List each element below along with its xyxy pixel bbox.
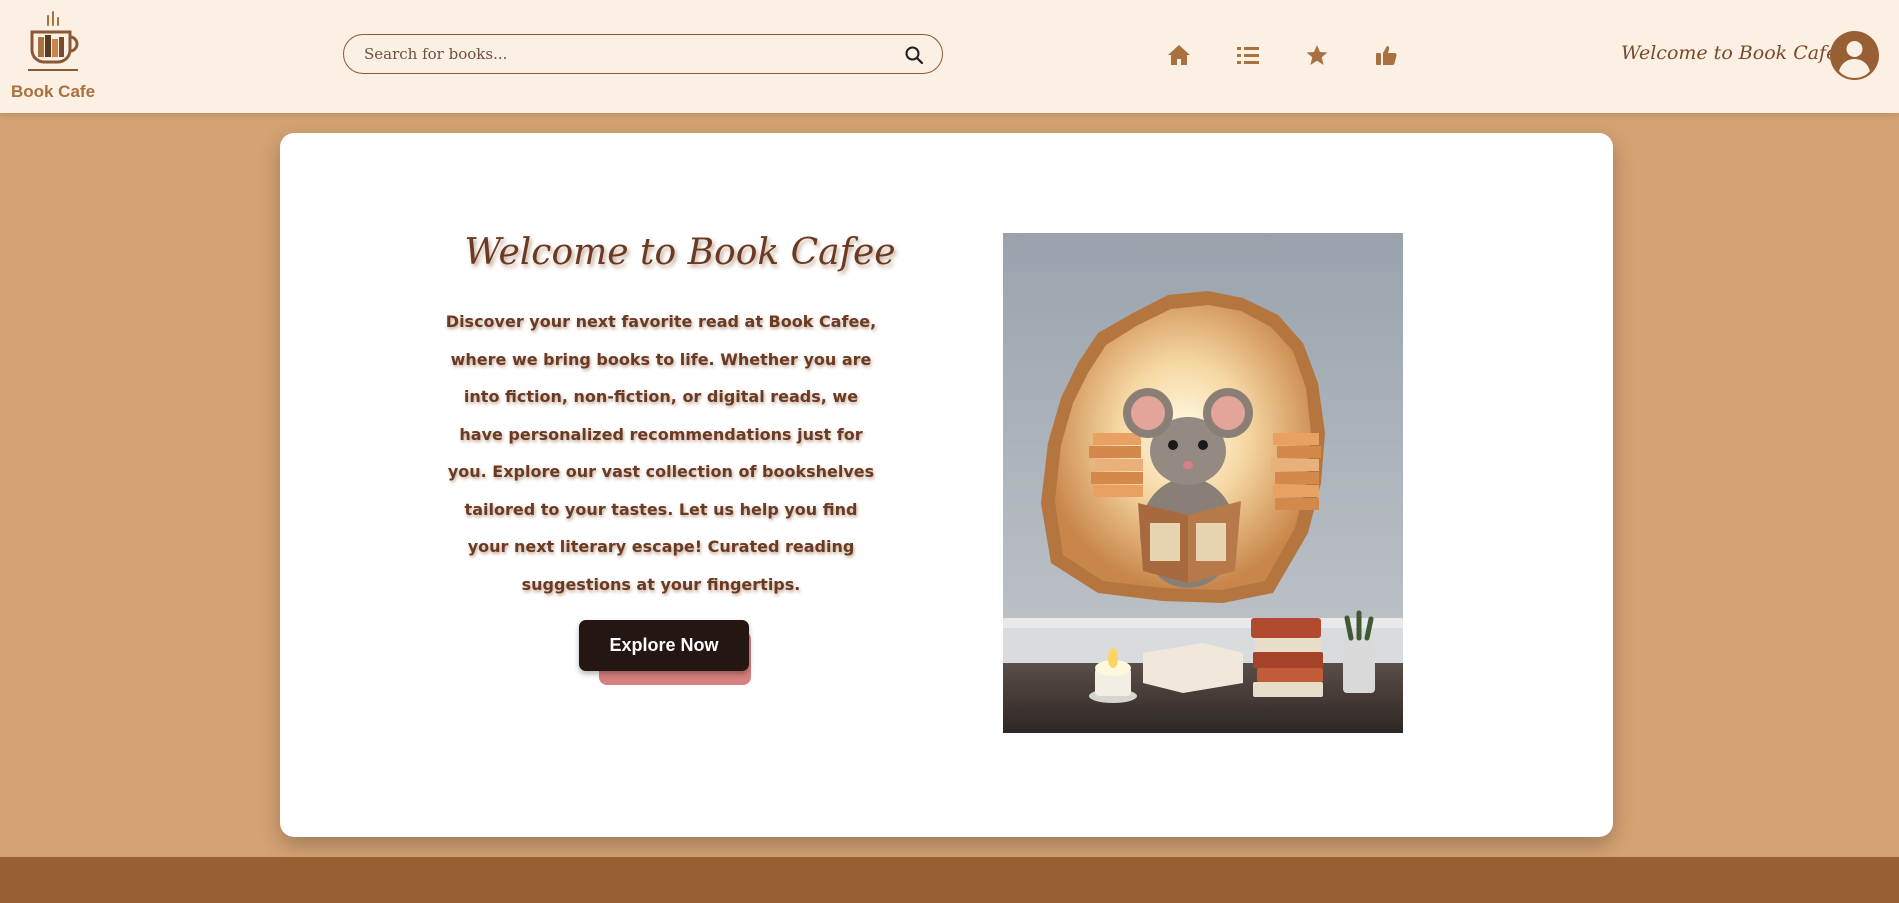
brand-name: Book Cafe [10, 82, 96, 101]
explore-now-button[interactable]: Explore Now [579, 620, 749, 671]
footer-band [0, 857, 1899, 903]
list-icon[interactable] [1236, 44, 1260, 66]
hero-card: Welcome to Book Cafee Discover your next… [280, 133, 1613, 837]
brand-logo[interactable]: Book Cafe [10, 10, 96, 106]
search-icon[interactable] [904, 45, 924, 65]
thumbs-up-icon[interactable] [1374, 44, 1398, 66]
star-icon[interactable] [1305, 44, 1329, 66]
home-icon[interactable] [1167, 44, 1191, 66]
reading-mouse-illustration [1003, 233, 1403, 733]
user-avatar-icon[interactable] [1830, 31, 1879, 80]
top-header: Book Cafe Welcome to Book Cafe [0, 0, 1899, 113]
coffee-cup-books-icon [28, 11, 79, 71]
search-bar [343, 34, 943, 74]
search-input[interactable] [364, 43, 884, 65]
hero-description: Discover your next favorite read at Book… [445, 312, 877, 594]
hero-title: Welcome to Book Cafee [464, 232, 896, 273]
welcome-greeting: Welcome to Book Cafe [1621, 42, 1838, 64]
